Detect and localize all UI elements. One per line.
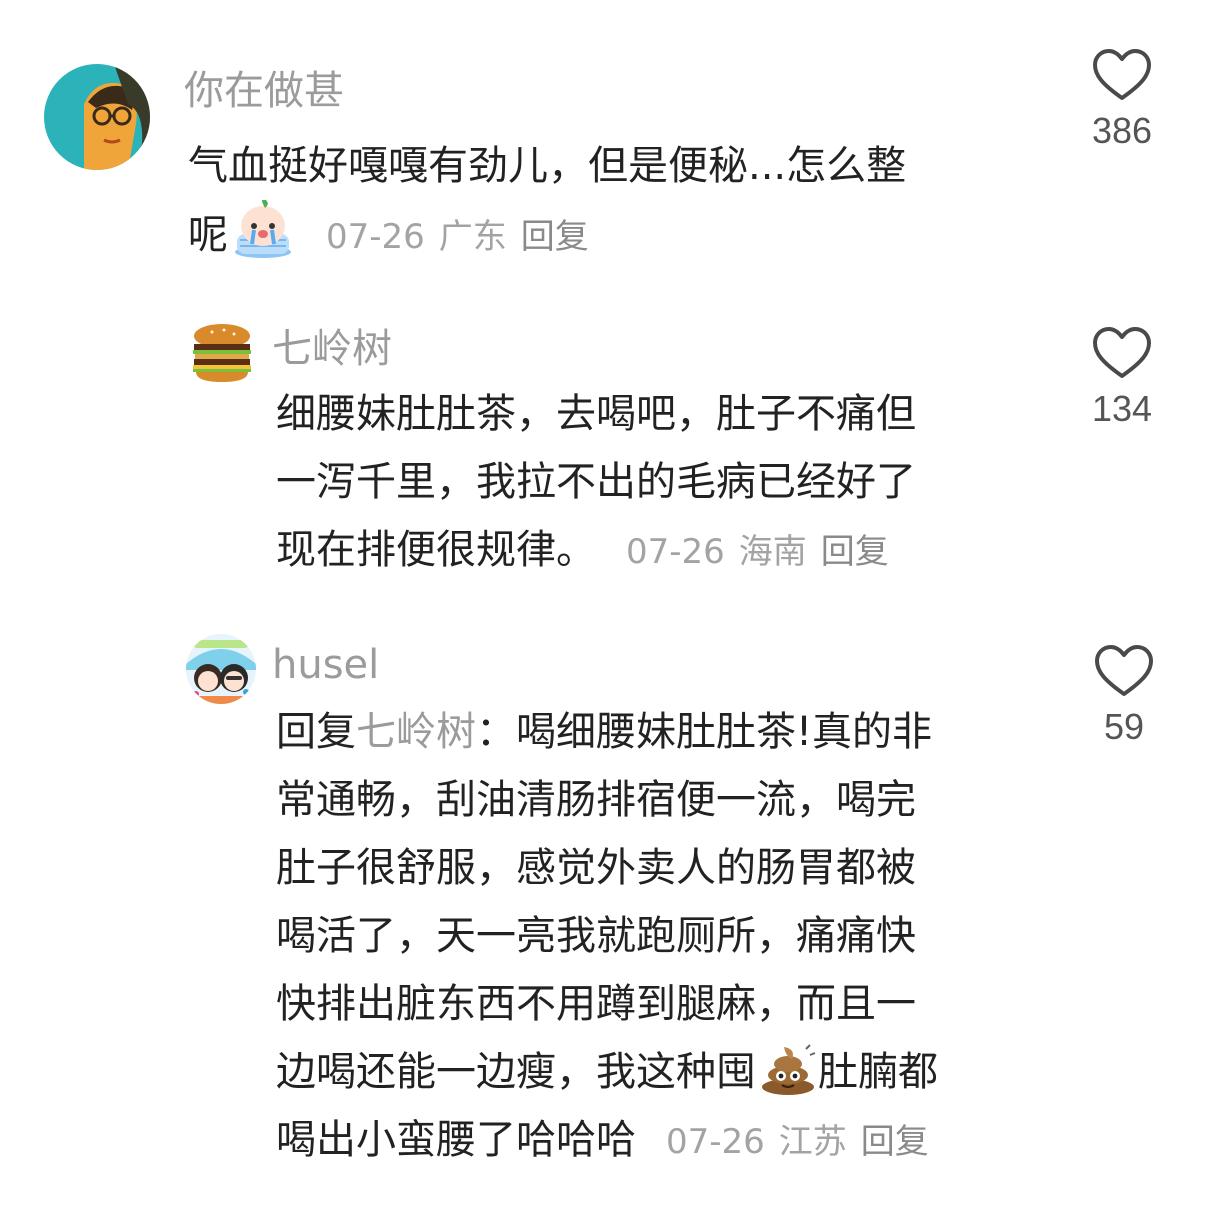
heart-outline-icon — [1095, 645, 1153, 696]
comment-region: 江苏 — [778, 1122, 847, 1162]
comment-line-text: 喝细腰妹肚肚茶!真的非 — [516, 709, 933, 755]
reply-colon: ： — [476, 709, 516, 755]
comment-meta: 07-26 海南 回复 — [626, 532, 889, 572]
reply-item: husel 回复七岭树：喝细腰妹肚肚茶!真的非 常通畅，刮油清肠排宿便一流，喝完… — [0, 620, 1220, 1200]
comment-item: 你在做甚 气血挺好嘎嘎有劲儿，但是便秘...怎么整 呢 07-26 广东 回复 386 — [0, 0, 1220, 280]
comment-body: 回复七岭树：喝细腰妹肚肚茶!真的非 常通畅，刮油清肠排宿便一流，喝完 肚子很舒服… — [276, 698, 938, 1174]
comment-date: 07-26 — [326, 217, 425, 257]
comment-date: 07-26 — [626, 532, 725, 572]
like-button[interactable]: 134 — [1082, 326, 1162, 430]
comment-line-last: 现在排便很规律。 07-26 海南 回复 — [276, 516, 916, 584]
comment-line: 边喝还能一边瘦，我这种囤 肚腩都 — [276, 1038, 938, 1106]
comment-line-text: 肚腩都 — [818, 1049, 938, 1095]
comment-line: 快排出脏东西不用蹲到腿麻，而且一 — [276, 981, 916, 1027]
burger-avatar-image — [193, 324, 251, 382]
comment-line-text: 现在排便很规律。 — [276, 527, 596, 573]
comment-username[interactable]: 七岭树 — [272, 326, 392, 372]
reply-target-username[interactable]: 七岭树 — [356, 709, 476, 755]
comment-line: 常通畅，刮油清肠排宿便一流，喝完 — [276, 777, 916, 823]
cartoon-avatar-image — [186, 634, 256, 704]
like-button[interactable]: 59 — [1084, 644, 1164, 748]
comment-line: 回复七岭树：喝细腰妹肚肚茶!真的非 — [276, 698, 938, 766]
comment-line-last: 呢 07-26 广东 回复 — [188, 199, 906, 268]
reply-item: 七岭树 细腰妹肚肚茶，去喝吧，肚子不痛但 一泻千里，我拉不出的毛病已经好了 现在… — [0, 300, 1220, 600]
comment-line: 细腰妹肚肚茶，去喝吧，肚子不痛但 — [276, 391, 916, 437]
reply-button[interactable]: 回复 — [821, 532, 889, 572]
comment-line: 喝活了，天一亮我就跑厕所，痛痛快 — [276, 913, 916, 959]
comment-meta: 07-26 江苏 回复 — [666, 1122, 929, 1162]
like-count: 59 — [1103, 706, 1145, 747]
like-button[interactable]: 386 — [1082, 48, 1162, 152]
comment-line-text: 边喝还能一边瘦，我这种囤 — [276, 1049, 756, 1095]
comment-body: 气血挺好嘎嘎有劲儿，但是便秘...怎么整 呢 07-26 广东 回复 — [188, 132, 906, 268]
heart-outline-icon — [1093, 49, 1151, 100]
like-count: 134 — [1091, 388, 1153, 429]
reply-prefix: 回复 — [276, 709, 356, 755]
comment-line-last: 喝出小蛮腰了哈哈哈 07-26 江苏 回复 — [276, 1106, 938, 1174]
avatar-image — [44, 64, 150, 170]
comment-body: 细腰妹肚肚茶，去喝吧，肚子不痛但 一泻千里，我拉不出的毛病已经好了 现在排便很规… — [276, 380, 916, 584]
comment-date: 07-26 — [666, 1122, 765, 1162]
comment-meta: 07-26 广东 回复 — [326, 217, 589, 257]
reply-button[interactable]: 回复 — [861, 1122, 929, 1162]
comment-region: 广东 — [438, 217, 507, 257]
comment-line-text: 喝出小蛮腰了哈哈哈 — [276, 1117, 636, 1163]
comment-username[interactable]: husel — [272, 642, 379, 688]
avatar[interactable] — [190, 322, 254, 386]
comment-line-text: 呢 — [188, 212, 228, 258]
like-count: 386 — [1091, 110, 1153, 151]
crying-face-emoji — [232, 199, 294, 279]
comment-region: 海南 — [738, 532, 807, 572]
reply-button[interactable]: 回复 — [521, 217, 589, 257]
comment-line: 一泻千里，我拉不出的毛病已经好了 — [276, 459, 916, 505]
comment-line: 肚子很舒服，感觉外卖人的肠胃都被 — [276, 845, 916, 891]
heart-outline-icon — [1093, 327, 1151, 378]
comment-username[interactable]: 你在做甚 — [184, 68, 344, 114]
avatar[interactable] — [186, 634, 256, 704]
comment-line: 气血挺好嘎嘎有劲儿，但是便秘...怎么整 — [188, 143, 907, 189]
avatar[interactable] — [44, 64, 150, 170]
